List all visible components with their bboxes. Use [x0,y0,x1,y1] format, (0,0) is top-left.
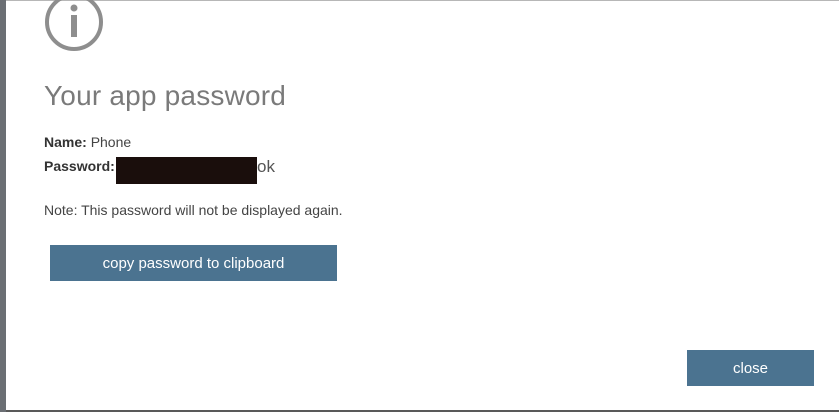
copy-password-button[interactable]: copy password to clipboard [50,245,337,281]
password-redaction [116,157,257,184]
password-visible-suffix: ok [257,157,275,176]
password-label: Password: [44,158,115,174]
name-value: Phone [90,134,132,150]
dialog-title: Your app password [44,80,287,111]
password-note: Note: This password will not be displaye… [44,202,343,218]
close-button[interactable]: close [687,350,814,386]
info-icon [45,0,103,51]
dialog-top-border [6,0,839,1]
name-row: Name: Phone [44,134,131,150]
password-row: Password: [44,158,115,174]
window-left-edge [0,0,6,412]
name-label: Name: [44,134,87,150]
